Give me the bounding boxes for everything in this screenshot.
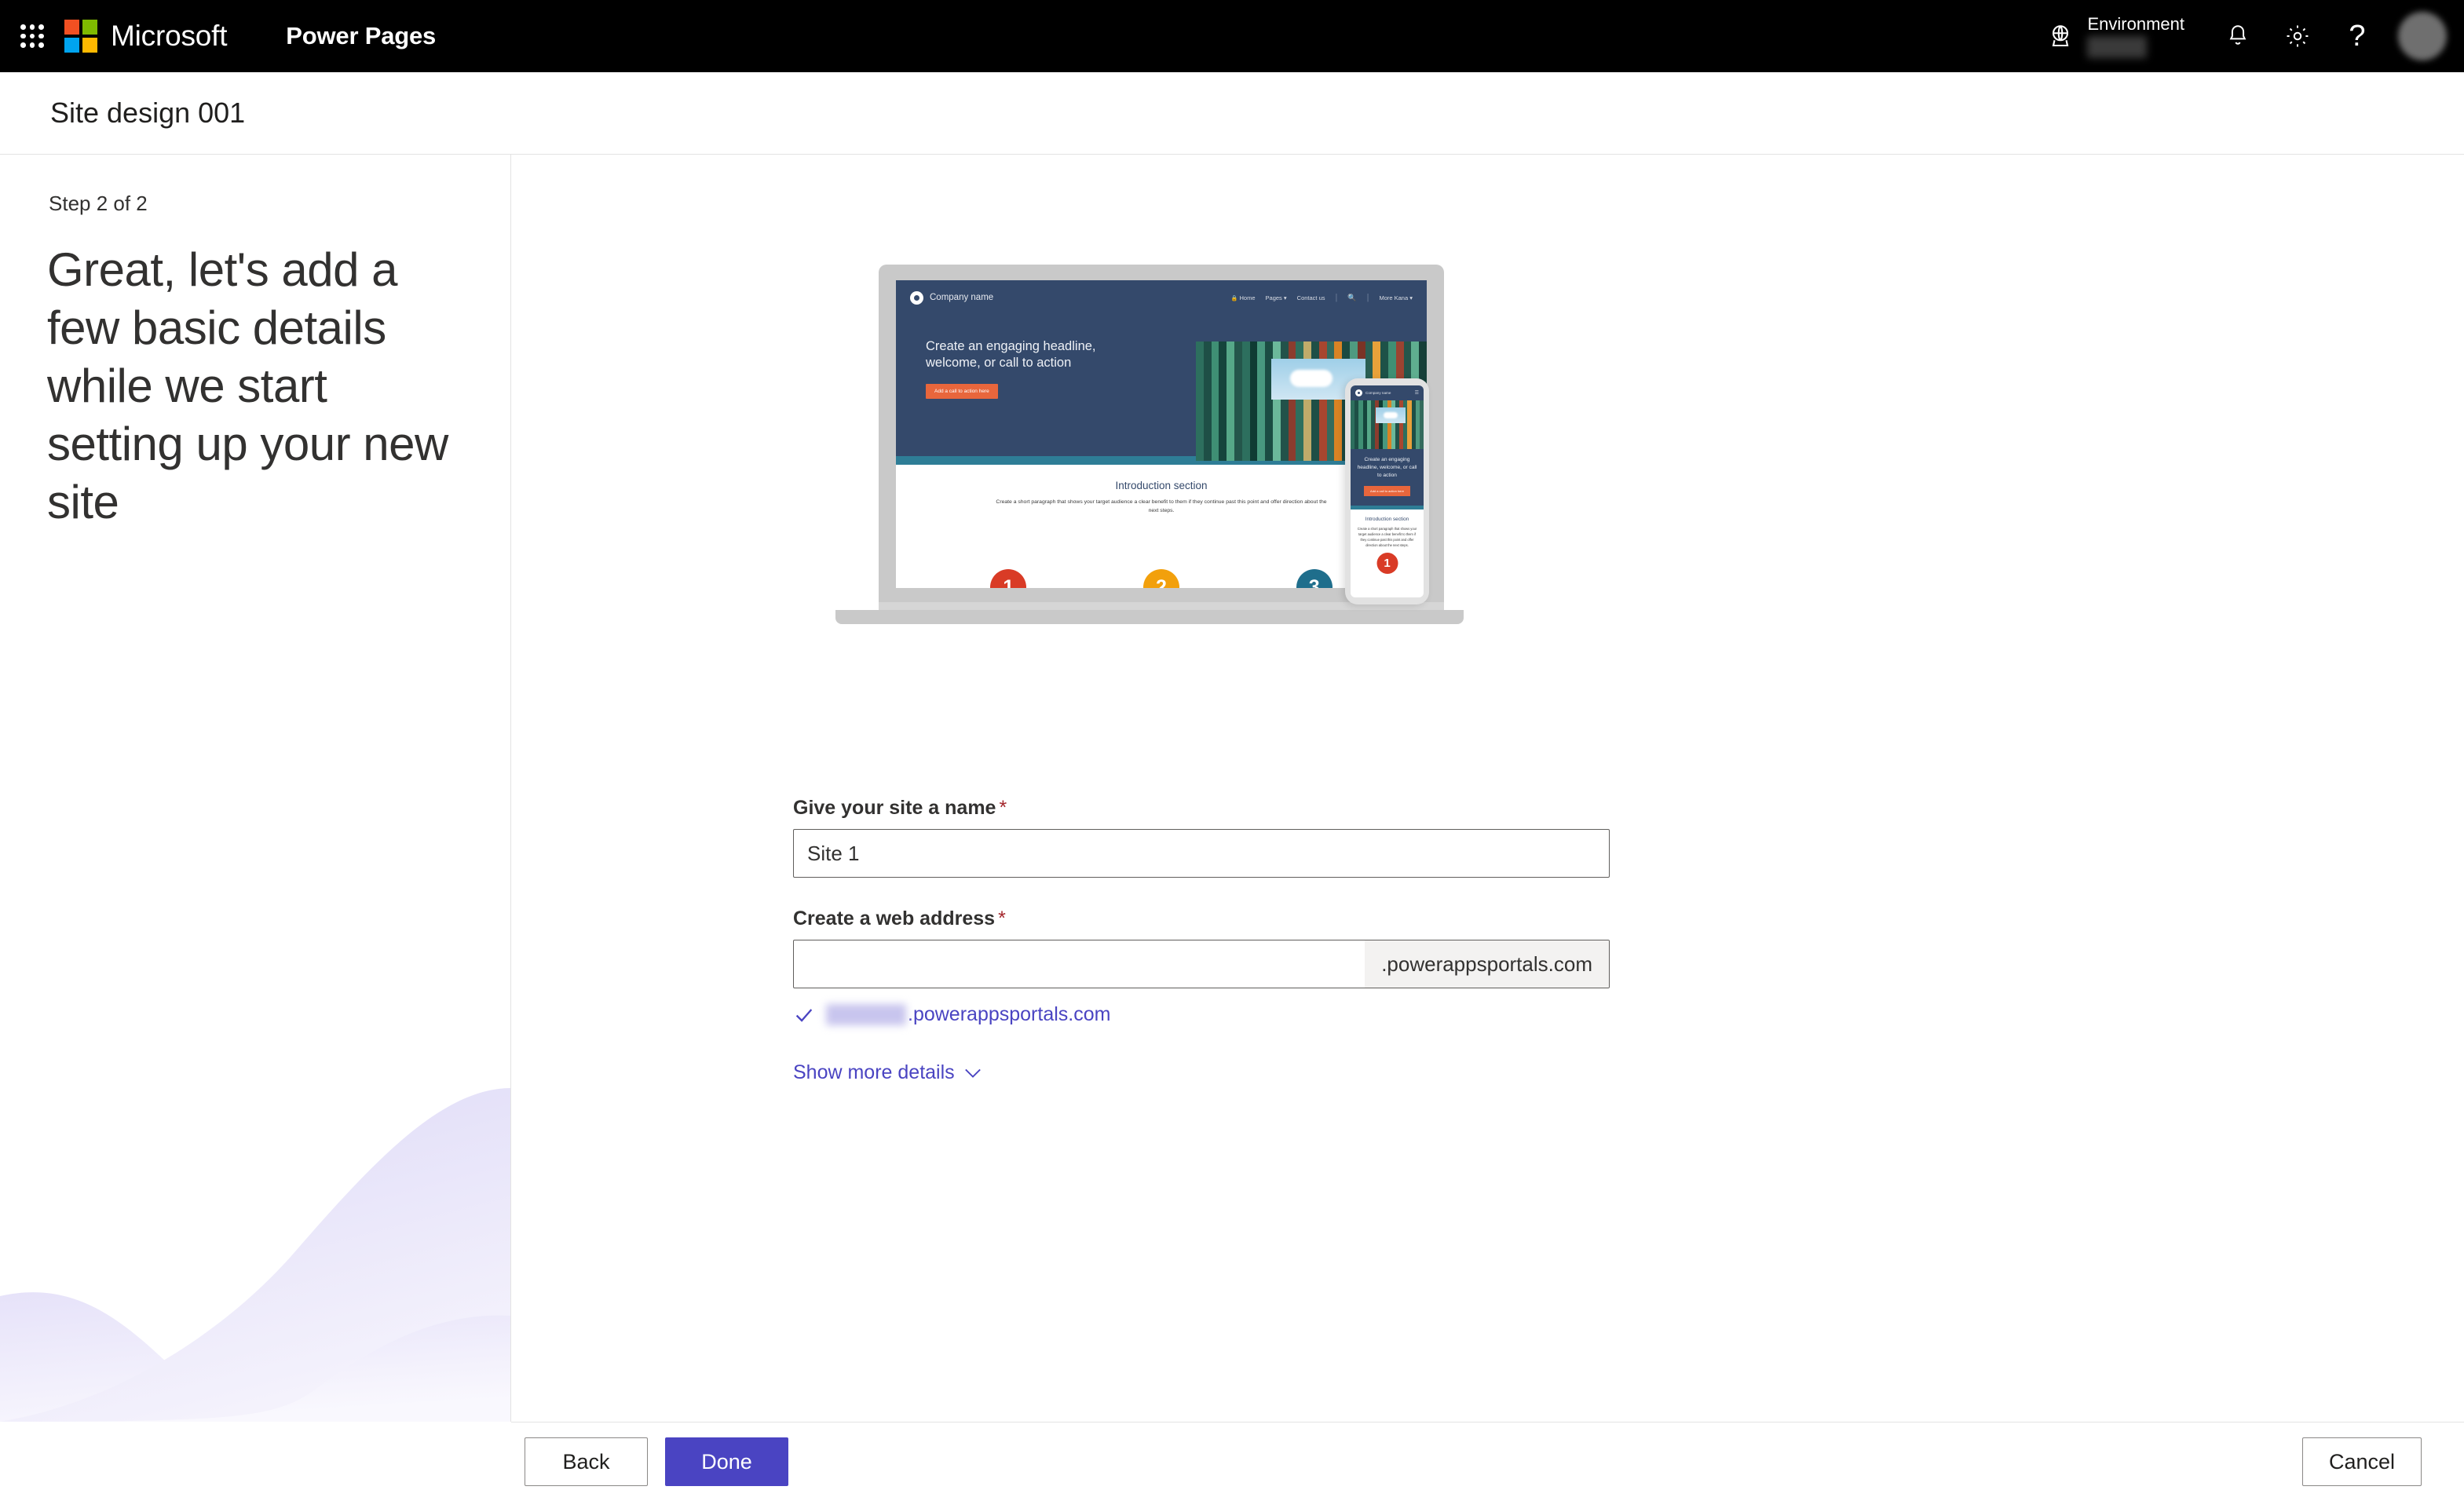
web-address-input[interactable] [794,940,1365,988]
show-more-details-link[interactable]: Show more details [793,1061,982,1084]
user-avatar[interactable] [2398,12,2447,60]
chevron-down-icon [964,1068,981,1078]
wizard-right-pane: Company name 🔒 Home Pages ▾ Contact us | … [511,155,2464,1422]
phone-intro-heading: Introduction section [1365,517,1409,522]
web-address-preview-redacted [826,1004,906,1025]
page-title-bar: Site design 001 [0,72,2464,155]
preview-site-nav: 🔒 Home Pages ▾ Contact us | 🔍 | More Kana… [1231,293,1413,302]
site-template-preview: Company name 🔒 Home Pages ▾ Contact us | … [835,255,1464,624]
lock-icon: 🔒 [1230,295,1238,301]
laptop-base [835,610,1464,624]
web-address-field-group: .powerappsportals.com [793,940,1610,988]
phone-hero-headline: Create an engaging headline, welcome, or… [1357,457,1417,478]
preview-nav-contact: Contact us [1296,294,1325,301]
site-details-form: Give your site a name* Create a web addr… [793,797,1610,1084]
phone-hero-cta-button: Add a call to action here [1364,486,1410,496]
wizard-footer: Back Done Cancel [511,1422,2464,1501]
preview-nav-more: More Kana ▾ [1379,294,1413,301]
help-question-icon: ? [2349,20,2366,53]
app-name-label[interactable]: Power Pages [286,22,436,50]
environment-label: Environment [2087,14,2184,34]
show-more-details-label: Show more details [793,1061,955,1083]
bell-icon [2229,25,2246,45]
preview-company-logo-icon [910,290,923,305]
phone-hero-image [1351,400,1424,449]
phone-site-header: Company name ☰ [1351,385,1424,400]
microsoft-logo[interactable]: Microsoft [64,20,227,53]
environment-globe-icon [2053,25,2069,47]
settings-button[interactable] [2268,0,2327,72]
wizard-headline: Great, let's add a few basic details whi… [47,243,448,528]
web-address-validation-row: .powerappsportals.com [793,1003,1610,1026]
step-indicator: Step 2 of 2 [49,192,148,215]
preview-nav-pages: Pages ▾ [1265,294,1287,301]
hero-image-cloud [1290,370,1333,387]
web-address-required-marker: * [998,908,1006,929]
preview-circle-1: 1 [990,569,1027,588]
cancel-button[interactable]: Cancel [2302,1437,2422,1486]
wizard-left-pane: Step 2 of 2 Great, let's add a few basic… [0,155,511,1422]
phone-company-logo-icon [1355,389,1362,396]
app-launcher-icon[interactable] [17,21,47,51]
phone-intro-section: Introduction section Create a short para… [1351,509,1424,577]
environment-value-redacted [2087,36,2148,58]
site-name-required-marker: * [999,797,1007,819]
web-address-label-text: Create a web address [793,908,996,929]
page-title: Site design 001 [50,97,246,129]
microsoft-logo-squares [64,20,97,53]
wizard-body: Step 2 of 2 Great, let's add a few basic… [0,155,2464,1422]
help-button[interactable]: ? [2327,0,2387,72]
suite-header-right: Environment ? [2046,0,2464,72]
decorative-wave-graphic [0,1088,510,1422]
done-button[interactable]: Done [665,1437,788,1486]
phone-hero: Create an engaging headline, welcome, or… [1351,449,1424,506]
phone-company-name: Company name [1365,391,1391,395]
phone-circle-1: 1 [1376,553,1398,574]
suite-header-bar: Microsoft Power Pages Environment ? [0,0,2464,72]
preview-intro-paragraph: Create a short paragraph that shows your… [996,499,1327,513]
preview-circle-2: 2 [1142,569,1179,588]
phone-image-cloud [1384,412,1398,418]
web-address-preview-url: .powerappsportals.com [826,1003,1110,1026]
web-address-preview-suffix: .powerappsportals.com [908,1003,1111,1025]
web-address-domain-suffix: .powerappsportals.com [1365,940,1609,988]
gear-icon [2287,25,2309,47]
site-name-label: Give your site a name * [793,797,1610,820]
search-icon: 🔍 [1347,293,1357,301]
environment-selector[interactable]: Environment [2046,14,2184,58]
checkmark-icon [795,1008,813,1022]
nav-divider: | [1335,293,1338,302]
notifications-button[interactable] [2208,0,2268,72]
preview-hero-headline: Create an engaging headline, welcome, or… [926,339,1096,370]
hamburger-menu-icon: ☰ [1414,391,1419,396]
phone-frame: Company name ☰ Create an engaging headli… [1345,378,1429,604]
nav-divider-2: | [1366,293,1369,302]
phone-intro-paragraph: Create a short paragraph that shows your… [1357,527,1417,547]
preview-circle-3: 3 [1296,569,1333,588]
preview-company-name: Company name [930,293,994,302]
preview-nav-home: 🔒 Home [1230,294,1256,301]
suite-icon-group: ? [2208,0,2464,72]
site-name-label-text: Give your site a name [793,797,996,819]
web-address-label: Create a web address * [793,908,1610,930]
preview-site-header: Company name 🔒 Home Pages ▾ Contact us | … [896,280,1427,315]
preview-hero-cta-button: Add a call to action here [926,384,998,399]
phone-screen: Company name ☰ Create an engaging headli… [1351,385,1424,597]
microsoft-wordmark: Microsoft [111,20,228,52]
site-name-input[interactable] [793,829,1610,878]
back-button[interactable]: Back [525,1437,648,1486]
